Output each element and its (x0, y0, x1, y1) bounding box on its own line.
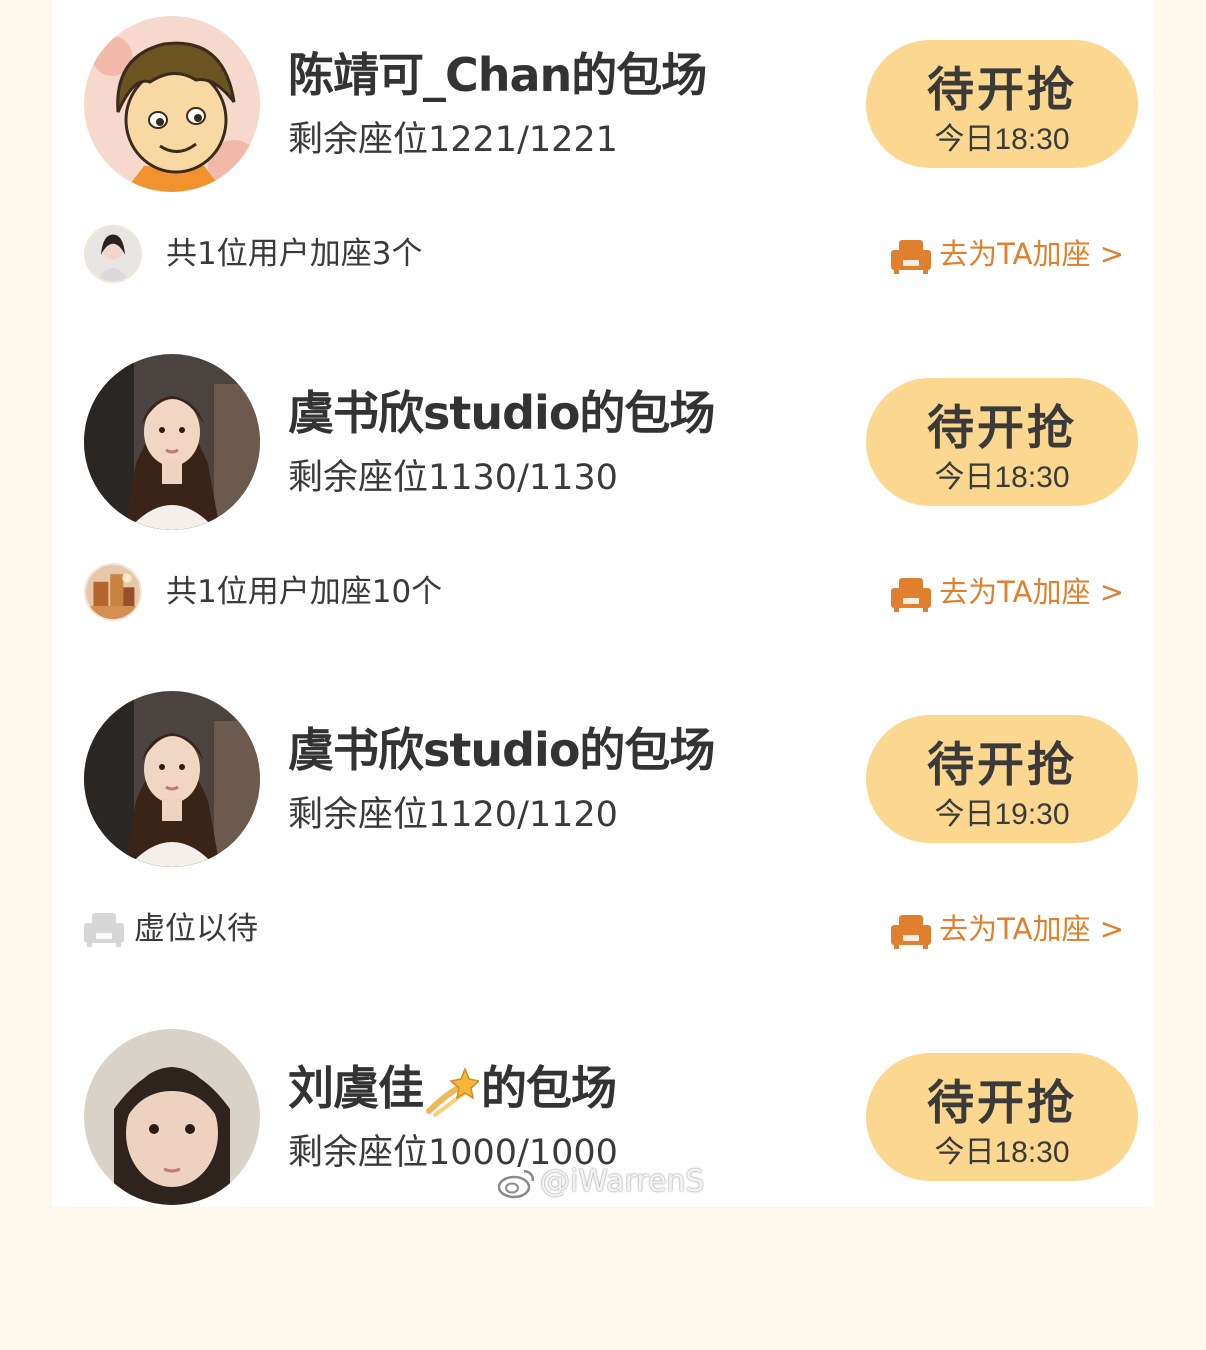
add-seat-row: 共1位用户加座10个 去为TA加座 > (84, 560, 1124, 624)
weibo-watermark: @iWarrenS (496, 1160, 704, 1204)
grab-button[interactable]: 待开抢 今日19:30 (866, 715, 1138, 843)
add-seat-link[interactable]: 去为TA加座 > (891, 560, 1124, 624)
woman-photo-avatar[interactable] (84, 354, 260, 530)
session-card[interactable]: 陈靖可_Chan的包场 剩余座位1221/1221 待开抢 今日18:30 共1… (52, 0, 1154, 337)
weibo-icon (497, 1169, 535, 1198)
grab-button[interactable]: 待开抢 今日18:30 (866, 40, 1138, 168)
grab-button[interactable]: 待开抢 今日18:30 (866, 1053, 1138, 1181)
grab-button-label: 待开抢 (927, 1075, 1077, 1129)
session-title-suffix: 的包场 (481, 1061, 617, 1115)
remaining-seats: 剩余座位1120/1120 (288, 795, 618, 835)
add-seat-link-label: 去为TA加座 > (939, 237, 1124, 271)
add-seat-link[interactable]: 去为TA加座 > (891, 222, 1124, 286)
girl-photo-avatar[interactable] (84, 1029, 260, 1205)
remaining-seats: 剩余座位1130/1130 (288, 458, 618, 498)
add-seat-summary: 共1位用户加座10个 (166, 574, 443, 610)
user-avatar[interactable] (84, 563, 142, 621)
session-card[interactable]: 虞书欣studio的包场 剩余座位1130/1130 待开抢 今日18:30 共… (52, 338, 1154, 675)
dizzy-star-emoji-icon (425, 1065, 479, 1119)
add-seat-link-label: 去为TA加座 > (939, 575, 1124, 609)
woman-photo-avatar[interactable] (84, 691, 260, 867)
start-time: 今日18:30 (934, 122, 1070, 156)
session-card[interactable]: 虞书欣studio的包场 剩余座位1120/1120 待开抢 今日19:30 虚… (52, 675, 1154, 1012)
grab-button-label: 待开抢 (927, 62, 1077, 116)
start-time: 今日18:30 (934, 460, 1070, 494)
grab-button[interactable]: 待开抢 今日18:30 (866, 378, 1138, 506)
add-seat-link[interactable]: 去为TA加座 > (891, 897, 1124, 961)
add-seat-row: 虚位以待 去为TA加座 > (84, 897, 1124, 961)
watermark-text: @iWarrenS (540, 1164, 705, 1199)
session-title: 虞书欣studio的包场 (288, 723, 715, 777)
grab-button-label: 待开抢 (927, 737, 1077, 791)
session-title: 刘虞佳 的包场 (288, 1053, 617, 1123)
sofa-icon (891, 238, 931, 274)
start-time: 今日19:30 (934, 797, 1070, 831)
add-seat-row: 共1位用户加座3个 去为TA加座 > (84, 222, 1124, 286)
session-title: 陈靖可_Chan的包场 (288, 48, 707, 102)
sofa-icon (891, 576, 931, 612)
add-seat-summary: 共1位用户加座3个 (166, 236, 423, 272)
empty-sofa-icon (84, 911, 124, 947)
cartoon-boy-avatar[interactable] (84, 16, 260, 192)
add-seat-link-label: 去为TA加座 > (939, 912, 1124, 946)
user-avatar[interactable] (84, 225, 142, 283)
vacant-label: 虚位以待 (134, 911, 258, 947)
grab-button-label: 待开抢 (927, 400, 1077, 454)
session-title: 虞书欣studio的包场 (288, 386, 715, 440)
session-title-name: 刘虞佳 (288, 1061, 424, 1115)
sofa-icon (891, 913, 931, 949)
remaining-seats: 剩余座位1221/1221 (288, 120, 618, 160)
start-time: 今日18:30 (934, 1135, 1070, 1169)
